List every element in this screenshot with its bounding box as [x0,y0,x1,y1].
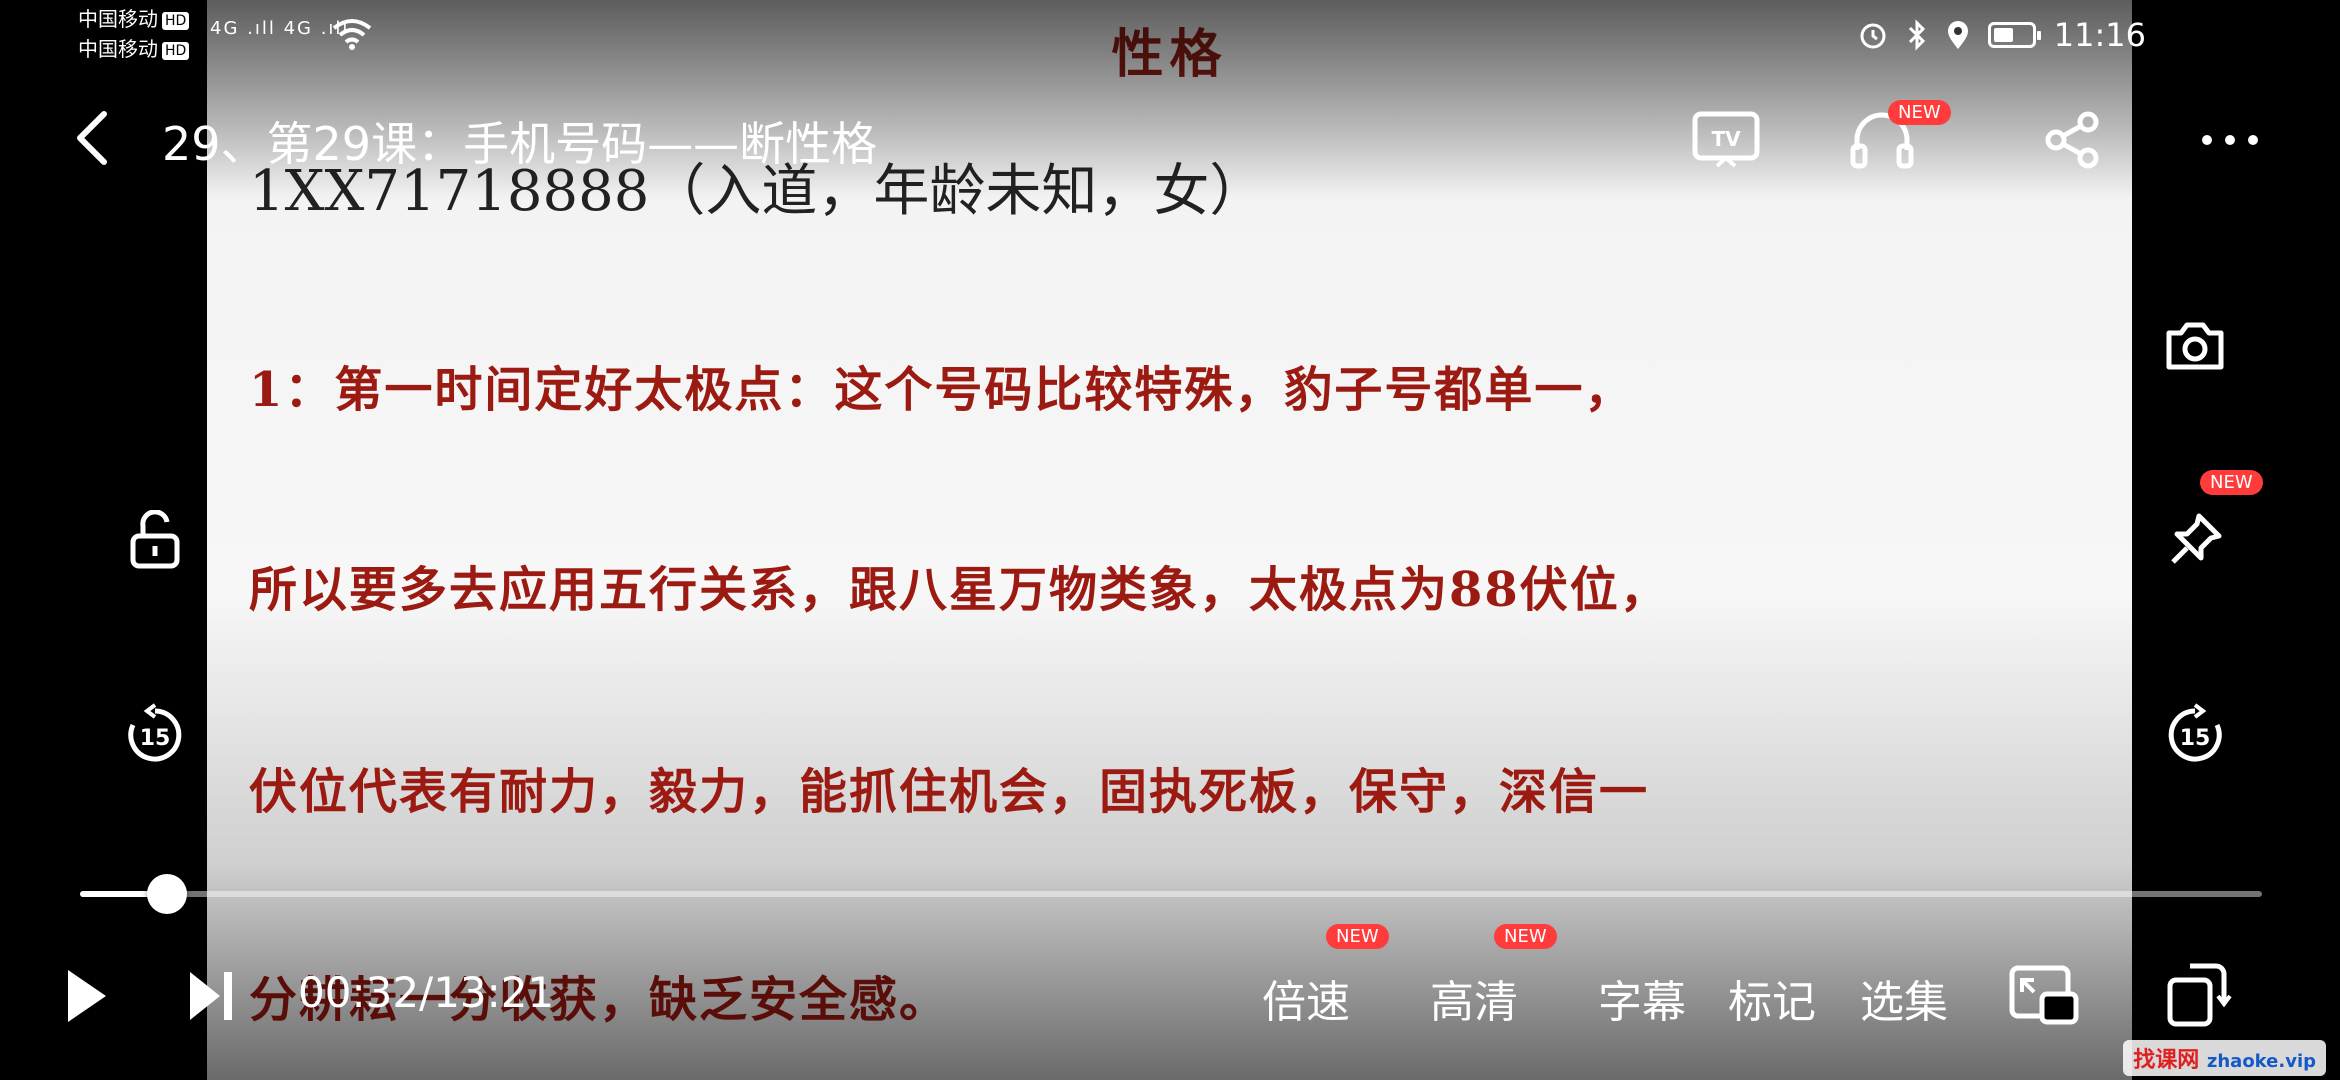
episodes-button[interactable]: 选集 [1860,966,1948,1030]
location-icon [1947,21,1968,49]
time-display: 00:32/13:21 [298,968,555,1017]
progress-thumb[interactable] [147,874,188,914]
play-icon[interactable] [62,966,112,1026]
rewind-15-button[interactable]: 15 [110,690,200,780]
video-title: 29、第29课：手机号码——断性格 [162,117,878,171]
svg-text:TV: TV [1711,127,1741,151]
carrier-label: 中国移动 [78,37,158,61]
skip-seconds-label: 15 [2180,726,2211,751]
hd-badge: HD [162,11,190,30]
status-right: 11:16 [1858,16,2146,54]
new-badge: NEW [2200,470,2263,495]
share-icon [2045,111,2099,169]
progress-track[interactable] [80,874,2262,914]
camera-icon [2166,322,2224,370]
new-badge: NEW [1888,100,1951,125]
watermark-text: 找课网 [2133,1048,2200,1073]
next-icon[interactable] [186,966,236,1026]
forward-15-button[interactable]: 15 [2150,690,2240,780]
speed-button[interactable]: 倍速 [1262,966,1350,1030]
bluetooth-icon [1908,19,1925,51]
back-arrow-icon[interactable] [72,108,112,168]
picture-in-picture-icon[interactable] [2008,958,2080,1030]
skip-seconds-label: 15 [140,726,171,751]
clock: 11:16 [2053,16,2146,54]
wifi-icon [332,19,372,50]
subtitle-button[interactable]: 字幕 [1598,966,1686,1030]
share-button[interactable] [2036,104,2108,176]
new-badge: NEW [1494,924,1557,949]
alarm-icon [1860,23,1886,49]
slide-text-line: 1：第一时间定好太极点：这个号码比较特殊，豹子号都单一， [249,362,1635,418]
slide-text-line: 所以要多去应用五行关系，跟八星万物类象，太极点为88伏位， [249,562,1670,618]
top-overlay: 中国移动 HD 中国移动 HD 4G .ıll 4G .ıll 11:16 29、第… [0,0,2340,200]
cast-tv-button[interactable]: TV [1690,104,1762,176]
hd-badge: HD [162,41,190,60]
signal-icon: 4G .ıll 4G .ıll [210,18,350,39]
quality-button[interactable]: 高清 [1430,966,1518,1030]
watermark-logo: 找课网 zhaoke.vip [2123,1040,2326,1076]
screenshot-button[interactable] [2150,300,2240,390]
pin-icon [2171,513,2222,564]
pin-button[interactable] [2150,495,2240,585]
rewind-15-icon: 15 [128,703,182,762]
forward-15-icon: 15 [2168,703,2222,762]
bottom-controls: 00:32/13:21 倍速 NEW 高清 NEW 字幕 标记 选集 [0,910,2340,1080]
rotate-screen-icon[interactable] [2160,958,2232,1030]
mark-button[interactable]: 标记 [1728,966,1816,1030]
screen-lock-button[interactable] [110,495,200,585]
new-badge: NEW [1326,924,1389,949]
watermark-domain: zhaoke.vip [2206,1051,2316,1072]
battery-icon [1987,22,2041,48]
carrier-info: 中国移动 HD 中国移动 HD [78,4,190,64]
more-button[interactable] [2194,104,2266,176]
unlock-icon [130,510,180,569]
more-dots-icon [2202,135,2258,145]
tv-icon: TV [1692,111,1760,168]
carrier-label: 中国移动 [78,7,158,31]
slide-text-line: 伏位代表有耐力，毅力，能抓住机会，固执死板，保守，深信一 [249,764,1650,820]
